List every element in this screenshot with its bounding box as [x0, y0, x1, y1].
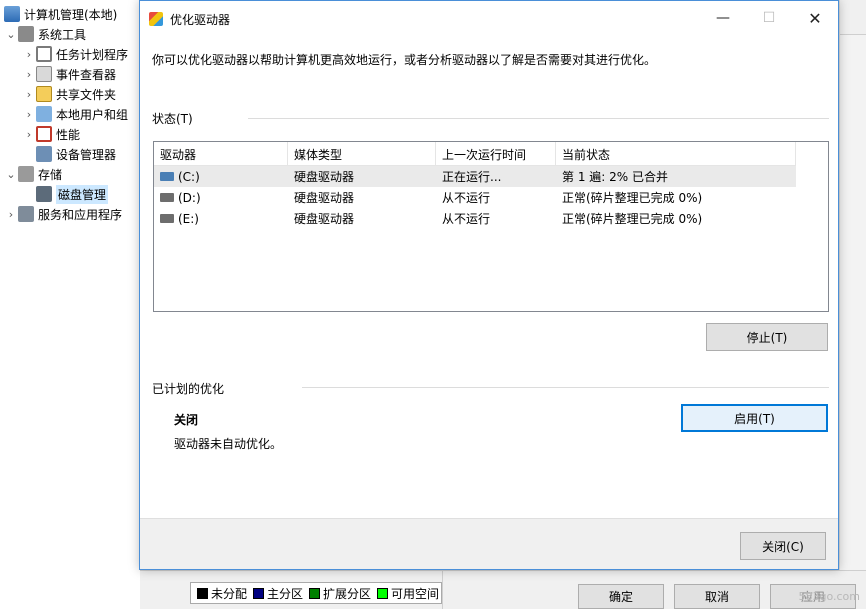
close-button[interactable]: 关闭(C) [740, 532, 826, 560]
tree-item-local-users[interactable]: › 本地用户和组 [22, 104, 128, 124]
defrag-app-icon [149, 12, 163, 26]
watermark: 583go.com [798, 590, 860, 603]
disk-legend: 未分配 主分区 扩展分区 可用空间 [190, 582, 442, 604]
tree-item-task-scheduler[interactable]: › 任务计划程序 [22, 44, 128, 64]
chevron-down-icon[interactable]: ⌄ [4, 168, 18, 181]
list-item-drive-d[interactable]: (D:) 硬盘驱动器 从不运行 正常(碎片整理已完成 0%) [154, 187, 796, 208]
column-header-current-status[interactable]: 当前状态 [556, 142, 796, 166]
system-drive-icon [160, 172, 174, 181]
enable-button[interactable]: 启用(T) [681, 404, 828, 432]
ok-button[interactable]: 确定 [578, 584, 664, 609]
chevron-right-icon[interactable]: › [22, 48, 36, 61]
background-titlebar [840, 0, 866, 35]
intro-text: 你可以优化驱动器以帮助计算机更高效地运行，或者分析驱动器以了解是否需要对其进行优… [152, 53, 657, 67]
column-header-last-run[interactable]: 上一次运行时间 [436, 142, 556, 166]
tree-item-storage[interactable]: ⌄ 存储 [4, 164, 62, 184]
chevron-right-icon[interactable]: › [4, 208, 18, 221]
tree-item-root[interactable]: 计算机管理(本地) [4, 4, 117, 24]
disk-icon [36, 186, 52, 202]
legend-item: 未分配 [197, 585, 247, 602]
stop-button[interactable]: 停止(T) [706, 323, 828, 351]
shared-folder-icon [36, 86, 52, 102]
maximize-icon: ☐ [762, 10, 776, 26]
performance-icon [36, 126, 52, 142]
legend-item: 主分区 [253, 585, 303, 602]
tools-icon [18, 26, 34, 42]
chevron-right-icon[interactable]: › [22, 128, 36, 141]
optimize-drives-dialog: 优化驱动器 — ☐ ✕ 你可以优化驱动器以帮助计算机更高效地运行，或者分析驱动器… [139, 0, 839, 570]
dialog-title: 优化驱动器 [170, 13, 231, 27]
legend-swatch [309, 587, 321, 599]
column-header-drive[interactable]: 驱动器 [154, 142, 288, 166]
column-header-media-type[interactable]: 媒体类型 [288, 142, 436, 166]
legend-swatch [197, 587, 208, 599]
legend-swatch [377, 587, 389, 599]
minimize-icon: — [716, 10, 730, 26]
services-icon [18, 206, 34, 222]
tree-item-performance[interactable]: › 性能 [22, 124, 80, 144]
scheduled-group-label: 已计划的优化 [152, 382, 225, 396]
tree-item-services[interactable]: › 服务和应用程序 [4, 204, 122, 224]
close-icon: ✕ [808, 8, 822, 28]
chevron-right-icon[interactable]: › [22, 108, 36, 121]
event-log-icon [36, 66, 52, 82]
background-separator [442, 570, 443, 609]
tree-item-device-manager[interactable]: 设备管理器 [22, 144, 116, 164]
clock-icon [36, 46, 52, 62]
tree-item-event-viewer[interactable]: › 事件查看器 [22, 64, 116, 84]
schedule-status: 关闭 [174, 413, 199, 427]
divider [302, 387, 829, 388]
tree-item-shared-folders[interactable]: › 共享文件夹 [22, 84, 116, 104]
drives-list[interactable]: 驱动器 媒体类型 上一次运行时间 当前状态 (C:) 硬盘驱动器 正在运行...… [153, 141, 829, 312]
chevron-down-icon[interactable]: ⌄ [4, 28, 18, 41]
tree-item-disk-management[interactable]: 磁盘管理 [22, 184, 109, 204]
status-group-label: 状态(T) [152, 112, 193, 126]
legend-item: 可用空间 [377, 585, 439, 602]
legend-item: 扩展分区 [309, 585, 371, 602]
hard-drive-icon [160, 193, 174, 202]
background-window-edge [839, 0, 866, 609]
list-item-drive-c[interactable]: (C:) 硬盘驱动器 正在运行... 第 1 遍: 2% 已合并 [154, 166, 796, 187]
computer-management-icon [4, 6, 20, 22]
maximize-button[interactable]: ☐ [746, 1, 792, 35]
dialog-footer: 关闭(C) [140, 518, 838, 569]
device-manager-icon [36, 146, 52, 162]
schedule-description: 驱动器未自动优化。 [174, 437, 283, 451]
minimize-button[interactable]: — [700, 1, 746, 35]
storage-icon [18, 166, 34, 182]
list-header: 驱动器 媒体类型 上一次运行时间 当前状态 [154, 142, 796, 166]
tree-item-system-tools[interactable]: ⌄ 系统工具 [4, 24, 86, 44]
users-icon [36, 106, 52, 122]
chevron-right-icon[interactable]: › [22, 68, 36, 81]
chevron-right-icon[interactable]: › [22, 88, 36, 101]
tree-pane: 计算机管理(本地) ⌄ 系统工具 › 任务计划程序 › 事件查看器 › 共享文件… [0, 0, 140, 609]
legend-swatch [253, 587, 265, 599]
title-bar[interactable]: 优化驱动器 — ☐ ✕ [140, 1, 838, 35]
cancel-button[interactable]: 取消 [674, 584, 760, 609]
close-window-button[interactable]: ✕ [792, 1, 838, 35]
divider [248, 118, 829, 119]
hard-drive-icon [160, 214, 174, 223]
list-item-drive-e[interactable]: (E:) 硬盘驱动器 从不运行 正常(碎片整理已完成 0%) [154, 208, 796, 229]
